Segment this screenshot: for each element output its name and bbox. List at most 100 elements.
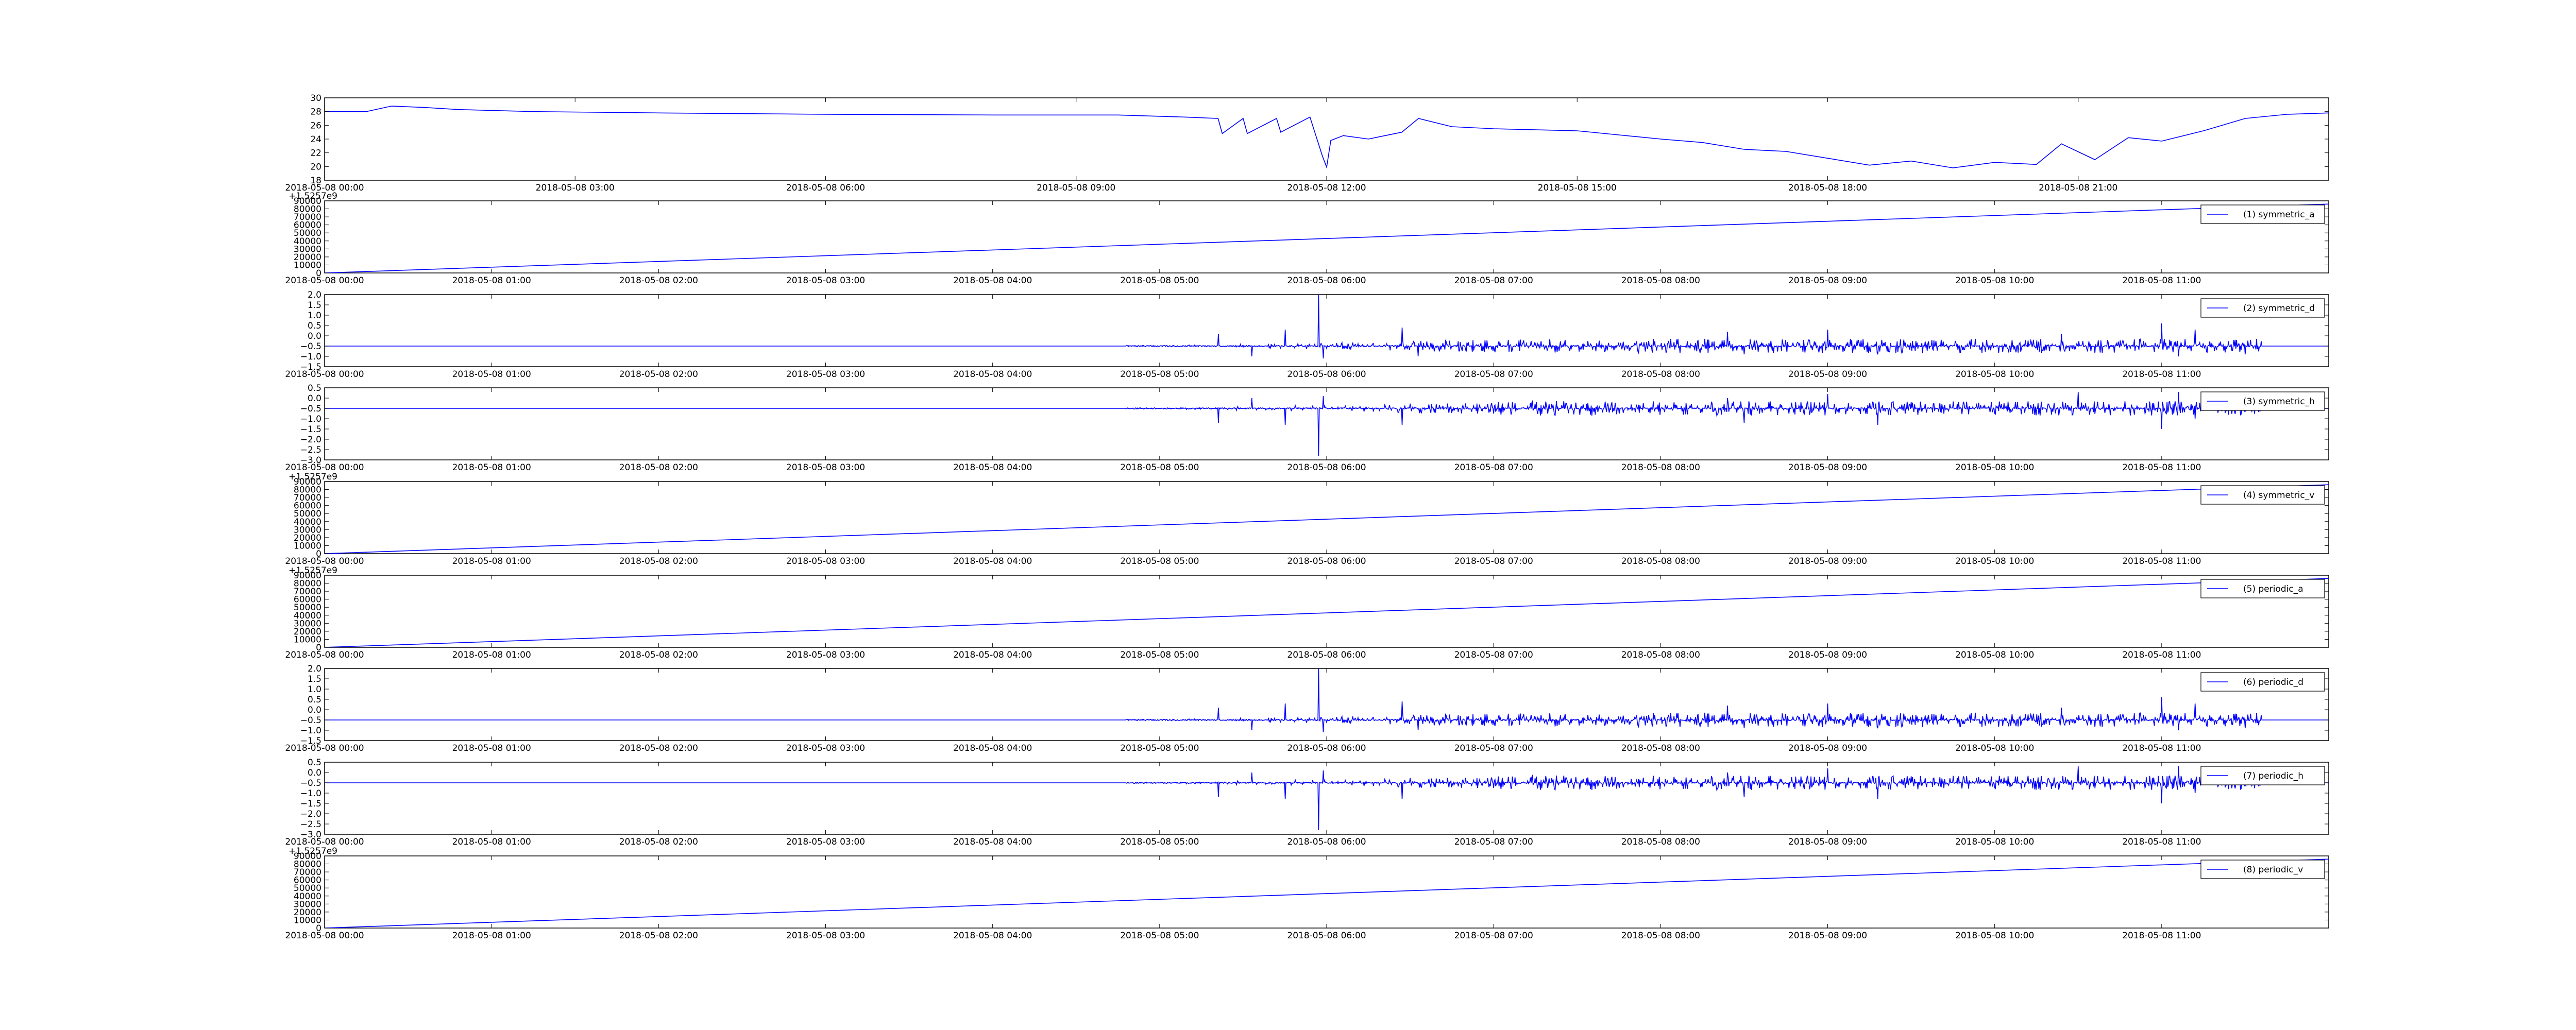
y-tick-label: −1.5 [300, 799, 321, 809]
figure-background [0, 0, 2576, 1030]
y-tick-label: 1.5 [308, 300, 321, 311]
x-tick-label: 2018-05-08 07:00 [1454, 650, 1533, 660]
x-tick-label: 2018-05-08 03:00 [786, 462, 865, 473]
x-tick-label: 2018-05-08 06:00 [1287, 369, 1366, 380]
legend-label: (3) symmetric_h [2243, 397, 2315, 407]
x-tick-label: 2018-05-08 09:00 [1788, 462, 1867, 473]
x-tick-label: 2018-05-08 08:00 [1621, 931, 1700, 941]
y-tick-label: −2.0 [300, 435, 321, 445]
x-tick-label: 2018-05-08 02:00 [619, 650, 698, 660]
x-tick-label: 2018-05-08 05:00 [1120, 650, 1199, 660]
x-tick-label: 2018-05-08 04:00 [953, 931, 1032, 941]
y-tick-label: 1.0 [308, 311, 321, 321]
y-tick-label: 26 [310, 121, 321, 131]
x-tick-label: 2018-05-08 08:00 [1621, 276, 1700, 286]
x-tick-label: 2018-05-08 10:00 [1955, 276, 2034, 286]
y-tick-label: −0.5 [300, 404, 321, 414]
x-tick-label: 2018-05-08 04:00 [953, 276, 1032, 286]
x-tick-label: 2018-05-08 15:00 [1538, 183, 1617, 193]
x-tick-label: 2018-05-08 06:00 [1287, 743, 1366, 753]
x-tick-label: 2018-05-08 03:00 [786, 369, 865, 380]
legend-label: (4) symmetric_v [2243, 490, 2314, 501]
x-tick-label: 2018-05-08 01:00 [452, 369, 531, 380]
legend-label: (8) periodic_v [2243, 865, 2303, 875]
x-tick-label: 2018-05-08 05:00 [1120, 276, 1199, 286]
y-tick-label: 2.0 [308, 290, 321, 300]
y-tick-label: −2.5 [300, 445, 321, 455]
x-tick-label: 2018-05-08 04:00 [953, 369, 1032, 380]
x-tick-label: 2018-05-08 06:00 [1287, 462, 1366, 473]
figure: 302826242220182018-05-08 00:00 2018-05-08… [0, 0, 2576, 1030]
y-tick-label: 1.0 [308, 684, 321, 695]
x-tick-label: 2018-05-08 06:00 [1287, 276, 1366, 286]
y-tick-label: 30 [310, 93, 321, 104]
legend: (3) symmetric_h [2200, 391, 2325, 411]
x-tick-label: 2018-05-08 03:00 [786, 276, 865, 286]
x-tick-label: 2018-05-08 08:00 [1621, 650, 1700, 660]
y-tick-label: −0.5 [300, 715, 321, 726]
y-tick-label: 2.0 [308, 664, 321, 674]
x-tick-label: 2018-05-08 07:00 [1454, 369, 1533, 380]
x-tick-label: 2018-05-08 10:00 [1955, 837, 2034, 847]
legend: (7) periodic_h [2200, 766, 2325, 785]
y-tick-label: 0.0 [308, 393, 321, 404]
x-tick-label: 2018-05-08 06:00 [1287, 931, 1366, 941]
x-tick-label: 2018-05-08 11:00 [2122, 743, 2201, 753]
legend: (1) symmetric_a [2200, 204, 2325, 224]
x-tick-label: 2018-05-08 04:00 [953, 462, 1032, 473]
x-tick-label: 2018-05-08 06:00 [786, 183, 865, 193]
x-tick-label: 2018-05-08 02:00 [619, 369, 698, 380]
x-tick-label: 2018-05-08 08:00 [1621, 743, 1700, 753]
y-tick-label: −0.5 [300, 341, 321, 352]
x-tick-label: 2018-05-08 00:00 [285, 462, 364, 473]
x-tick-label: 2018-05-08 02:00 [619, 556, 698, 566]
legend: (4) symmetric_v [2200, 485, 2325, 505]
y-tick-label: 0.5 [308, 383, 321, 393]
y-tick-label: 20 [310, 162, 321, 172]
x-tick-label: 2018-05-08 00:00 [285, 369, 364, 380]
x-tick-label: 2018-05-08 01:00 [452, 837, 531, 847]
y-tick-label: −1.0 [300, 414, 321, 424]
x-tick-label: 2018-05-08 03:00 [786, 743, 865, 753]
x-tick-label: 2018-05-08 03:00 [786, 837, 865, 847]
x-tick-label: 2018-05-08 07:00 [1454, 931, 1533, 941]
y-tick-label: 1.5 [308, 674, 321, 684]
x-tick-label: 2018-05-08 01:00 [452, 931, 531, 941]
y-tick-label: 0.5 [308, 321, 321, 331]
x-tick-label: 2018-05-08 10:00 [1955, 369, 2034, 380]
y-tick-label: 0.0 [308, 705, 321, 715]
legend-label: (6) periodic_d [2243, 677, 2303, 688]
x-tick-label: 2018-05-08 10:00 [1955, 931, 2034, 941]
y-tick-label: 0.5 [308, 695, 321, 705]
x-tick-label: 2018-05-08 02:00 [619, 462, 698, 473]
x-tick-label: 2018-05-08 01:00 [452, 276, 531, 286]
x-tick-label: 2018-05-08 03:00 [786, 556, 865, 566]
legend-label: (1) symmetric_a [2243, 210, 2315, 220]
x-tick-label: 2018-05-08 18:00 [1788, 183, 1867, 193]
x-tick-label: 2018-05-08 05:00 [1120, 837, 1199, 847]
x-tick-label: 2018-05-08 09:00 [1788, 931, 1867, 941]
axis-offset-text: +1.5257e9 [289, 846, 337, 856]
x-tick-label: 2018-05-08 00:00 [285, 743, 364, 753]
x-tick-label: 2018-05-08 05:00 [1120, 743, 1199, 753]
x-tick-label: 2018-05-08 09:00 [1788, 743, 1867, 753]
x-tick-label: 2018-05-08 07:00 [1454, 556, 1533, 566]
y-tick-label: −2.5 [300, 819, 321, 830]
y-tick-label: 0.0 [308, 768, 321, 778]
y-tick-label: −1.0 [300, 352, 321, 362]
legend-label: (2) symmetric_d [2243, 303, 2315, 314]
x-tick-label: 2018-05-08 07:00 [1454, 276, 1533, 286]
x-tick-label: 2018-05-08 11:00 [2122, 462, 2201, 473]
y-tick-label: 0.5 [308, 758, 321, 768]
x-tick-label: 2018-05-08 03:00 [786, 650, 865, 660]
x-tick-label: 2018-05-08 03:00 [786, 931, 865, 941]
x-tick-label: 2018-05-08 10:00 [1955, 743, 2034, 753]
y-tick-label: 28 [310, 107, 321, 117]
x-tick-label: 2018-05-08 06:00 [1287, 837, 1366, 847]
x-tick-label: 2018-05-08 05:00 [1120, 462, 1199, 473]
y-tick-label: 0.0 [308, 331, 321, 341]
x-tick-label: 2018-05-08 09:00 [1788, 276, 1867, 286]
x-tick-label: 2018-05-08 04:00 [953, 837, 1032, 847]
x-tick-label: 2018-05-08 09:00 [1788, 837, 1867, 847]
x-tick-label: 2018-05-08 04:00 [953, 743, 1032, 753]
